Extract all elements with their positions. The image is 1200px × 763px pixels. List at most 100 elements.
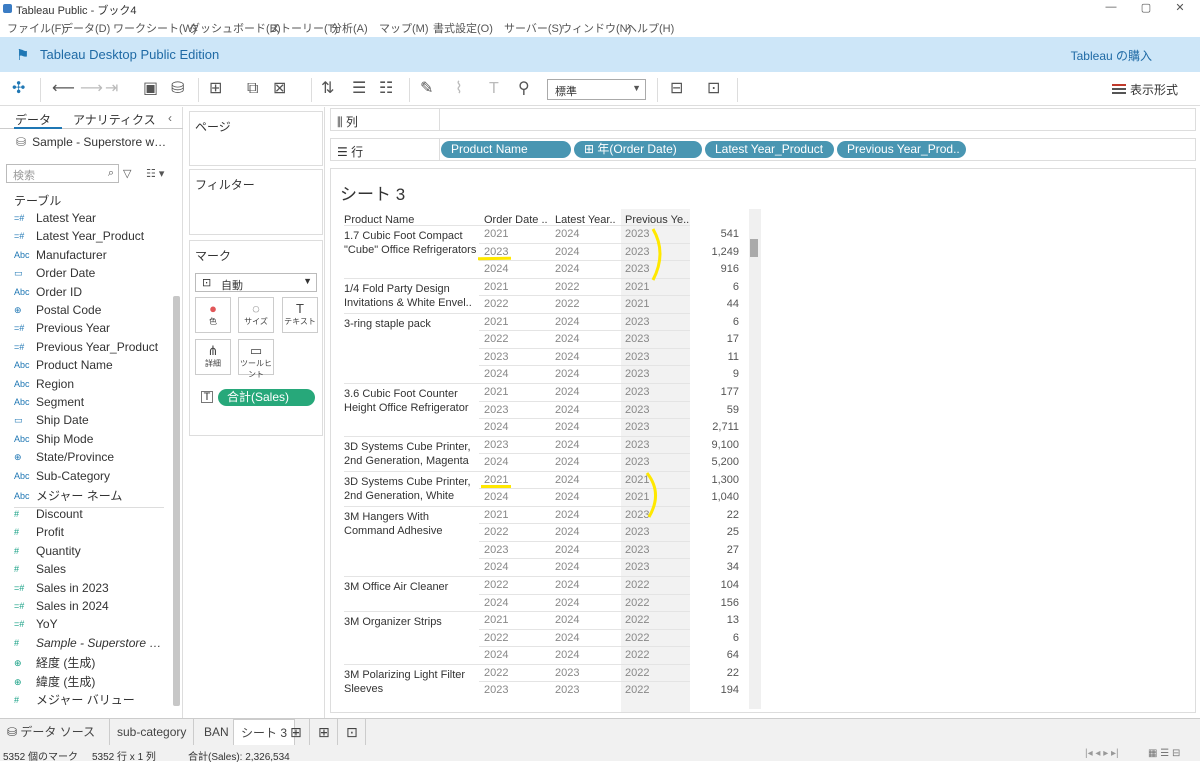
show-cards-icon[interactable]: ⊟ [670, 80, 683, 98]
new-worksheet-tab-icon[interactable]: ⊞ [283, 719, 310, 746]
tab-analytics[interactable]: アナリティクス [73, 111, 156, 128]
dimension-field[interactable]: Abc Product Name [14, 358, 174, 376]
view-scroll-thumb[interactable] [750, 239, 758, 257]
dimension-field[interactable]: Abc Order ID [14, 285, 174, 303]
collapse-pane-icon[interactable]: ‹ [168, 111, 172, 125]
view-scrollbar[interactable] [749, 209, 761, 709]
menu-window[interactable]: ウィンドウ(N) [561, 20, 631, 36]
menu-file[interactable]: ファイル(F) [7, 20, 65, 36]
measure-field[interactable]: =# YoY [14, 617, 174, 635]
new-story-tab-icon[interactable]: ⊡ [339, 719, 366, 746]
presentation-mode-icon[interactable]: ⊡ [707, 80, 720, 98]
dimension-field[interactable]: Abc Ship Mode [14, 432, 174, 450]
measure-field[interactable]: # メジャー バリュー [14, 691, 174, 709]
dimension-field[interactable]: ⊕ State/Province [14, 450, 174, 468]
new-dashboard-tab-icon[interactable]: ⊞ [311, 719, 338, 746]
sum-sales-pill[interactable]: 合計(Sales) [218, 389, 315, 406]
data-pane-scrollbar[interactable] [173, 296, 180, 706]
pin-axes-icon[interactable]: ⚲ [518, 80, 530, 98]
datasource-item[interactable]: ⛁ Sample - Superstore w… [16, 135, 166, 149]
dimension-field[interactable]: Abc Segment [14, 395, 174, 413]
menu-format[interactable]: 書式設定(O) [433, 20, 493, 36]
close-button[interactable]: ✕ [1165, 1, 1195, 14]
tableau-start-icon[interactable]: ✣ [12, 80, 25, 98]
text-button[interactable]: T テキスト [282, 297, 318, 333]
previous-year-product-pill[interactable]: Previous Year_Prod.. [837, 141, 966, 158]
measure-field[interactable]: =# Sales in 2024 [14, 599, 174, 617]
menu-story[interactable]: ストーリー(T) [269, 20, 338, 36]
dimension-field[interactable]: Abc Sub-Category [14, 469, 174, 487]
dimension-field[interactable]: Abc メジャー ネーム [14, 487, 174, 505]
save-icon[interactable]: ▣ [143, 80, 158, 98]
dimension-field[interactable]: Abc Region [14, 377, 174, 395]
previous-year-cell: 2023 [625, 315, 650, 328]
field-type-icon: Abc [14, 470, 30, 481]
cards-pane: ページ フィルター マーク ⊡ 自動 ▼ ● 色 ◌ サイズ T テキスト ⋔ 詳細 ▭… [184, 107, 325, 718]
latest-year-product-pill[interactable]: Latest Year_Product [705, 141, 834, 158]
menu-data[interactable]: データ(D) [62, 20, 110, 36]
filter-icon[interactable]: ▽ [123, 167, 131, 180]
menu-server[interactable]: サーバー(S) [504, 20, 563, 36]
dimension-field[interactable]: =# Latest Year [14, 211, 174, 229]
menu-map[interactable]: マップ(M) [379, 20, 429, 36]
dimension-field[interactable]: Abc Manufacturer [14, 248, 174, 266]
new-worksheet-icon[interactable]: ⊞ [209, 80, 222, 98]
maximize-button[interactable]: ▢ [1131, 1, 1161, 14]
sales-value-cell: 194 [720, 684, 739, 697]
sort-ascending-icon[interactable]: ☰ [352, 80, 366, 98]
show-labels-icon[interactable]: T [489, 80, 499, 98]
replay-icon[interactable]: ⇥ [105, 80, 118, 98]
tab-data[interactable]: データ [15, 111, 51, 128]
view-list-icon[interactable]: ☷ ▾ [146, 167, 164, 180]
fit-select[interactable]: 標準 ▼ [547, 79, 646, 100]
filters-card[interactable]: フィルター [189, 169, 323, 235]
measure-field[interactable]: ⊕ 緯度 (生成) [14, 673, 174, 691]
measure-field[interactable]: =# Sales in 2023 [14, 581, 174, 599]
product-name-pill[interactable]: Product Name [441, 141, 571, 158]
measure-field[interactable]: # Profit [14, 525, 174, 543]
menu-dashboard[interactable]: ダッシュボード(B) [189, 20, 281, 36]
sheet-view-toggle-icon[interactable]: ▦ ☰ ⊟ [1148, 748, 1180, 759]
swap-rows-columns-icon[interactable]: ⇅ [321, 80, 334, 98]
menu-worksheet[interactable]: ワークシート(W) [113, 20, 197, 36]
clear-sheet-icon[interactable]: ⊠ [273, 80, 286, 98]
pages-card[interactable]: ページ [189, 111, 323, 166]
dimension-field[interactable]: ▭ Order Date [14, 266, 174, 284]
sheet-navigation-icon[interactable]: |◂ ◂ ▸ ▸| [1085, 748, 1119, 759]
dimension-field[interactable]: ▭ Ship Date [14, 413, 174, 431]
measure-field[interactable]: ⊕ 経度 (生成) [14, 654, 174, 672]
buy-tableau-link[interactable]: Tableau の購入 [1071, 47, 1152, 64]
undo-icon[interactable]: ⟵ [52, 80, 75, 98]
duplicate-sheet-icon[interactable]: ⧉ [247, 80, 258, 98]
measure-field[interactable]: # Sample - Superstore … [14, 636, 174, 654]
dimension-field[interactable]: =# Latest Year_Product [14, 229, 174, 247]
tab-sub-category[interactable]: sub-category [110, 719, 195, 746]
sort-descending-icon[interactable]: ☷ [379, 80, 393, 98]
tab-datasource[interactable]: ⛁ データ ソース [0, 719, 110, 746]
rows-shelf-label: ☰ 行 [337, 145, 364, 159]
menu-help[interactable]: ヘルプ(H) [626, 20, 674, 36]
show-me-button[interactable]: 表示形式 [1112, 81, 1178, 98]
columns-shelf[interactable]: ⫼ 列 [330, 108, 1196, 131]
mark-type-select[interactable]: ⊡ 自動 ▼ [195, 273, 317, 292]
tooltip-button[interactable]: ▭ ツールヒント [238, 339, 274, 379]
size-button[interactable]: ◌ サイズ [238, 297, 274, 333]
new-datasource-icon[interactable]: ⛁ [171, 80, 184, 98]
redo-icon[interactable]: ⟶ [80, 80, 103, 98]
minimize-button[interactable]: — [1096, 1, 1126, 13]
tab-ban[interactable]: BAN [197, 719, 237, 746]
measure-field[interactable]: # Quantity [14, 544, 174, 562]
group-icon[interactable]: ⌇ [455, 80, 463, 98]
measure-field[interactable]: # Discount [14, 507, 174, 525]
search-field[interactable]: 検索 ⌕ [6, 164, 119, 183]
dimension-field[interactable]: ⊕ Postal Code [14, 303, 174, 321]
dimension-field[interactable]: =# Previous Year [14, 321, 174, 339]
order-date-year-pill[interactable]: ⊞ 年(Order Date) [574, 141, 702, 158]
detail-button[interactable]: ⋔ 詳細 [195, 339, 231, 375]
dimension-field[interactable]: =# Previous Year_Product [14, 340, 174, 358]
latest-year-cell: 2024 [555, 438, 580, 451]
color-button[interactable]: ● 色 [195, 297, 231, 333]
menu-analysis[interactable]: 分析(A) [331, 20, 368, 36]
measure-field[interactable]: # Sales [14, 562, 174, 580]
highlight-icon[interactable]: ✎ [420, 80, 433, 98]
